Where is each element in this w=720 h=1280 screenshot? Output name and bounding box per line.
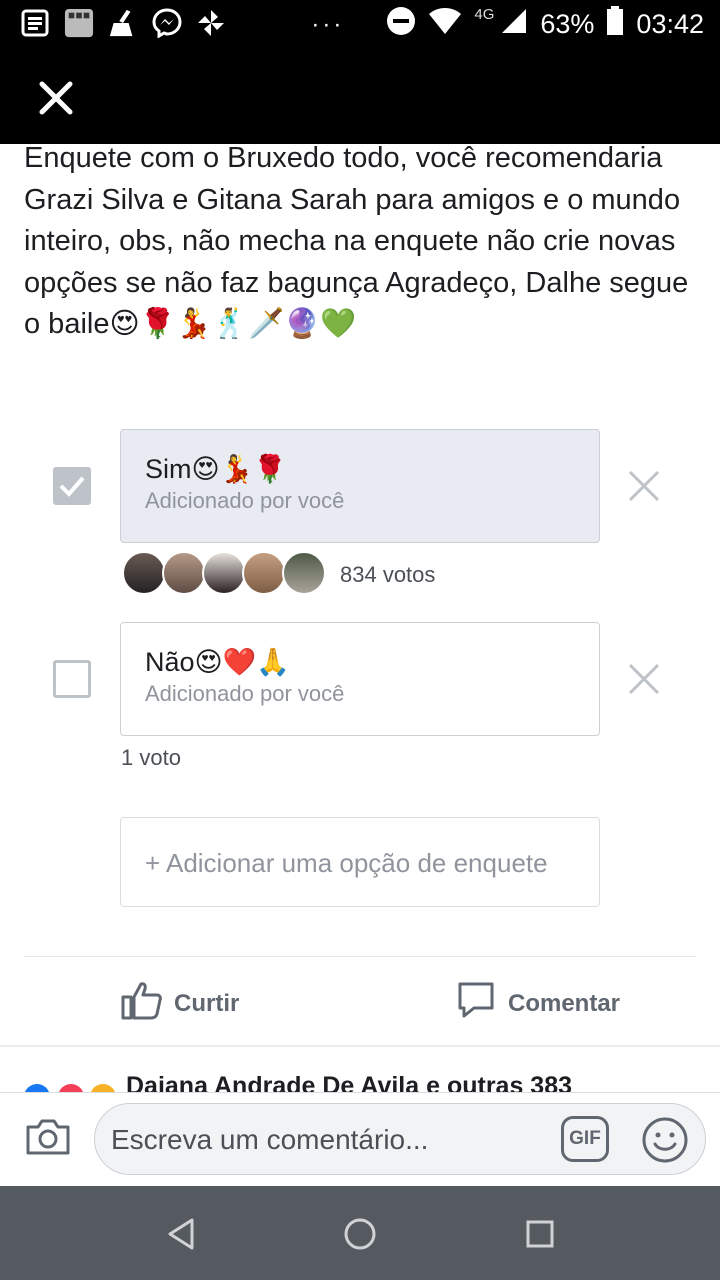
avatar [162,551,206,595]
signal-icon [500,7,528,42]
comment-composer: Escreva um comentário... GIF [0,1092,720,1186]
system-nav-bar [0,1186,720,1280]
back-icon[interactable] [162,1214,202,1254]
vote-count[interactable]: 1 voto [121,745,181,771]
reactions-summary[interactable]: Daiana Andrade De Avila e outras 383 [24,1068,704,1092]
camera-icon[interactable] [24,1113,72,1161]
network-type: 4G [474,6,495,23]
comment-placeholder: Escreva um comentário... [111,1124,429,1155]
love-reaction-icon [58,1084,84,1092]
home-icon[interactable] [340,1214,380,1254]
gallery-icon [64,8,94,38]
news-icon [20,8,50,38]
avatar [122,551,166,595]
section-separator [0,1045,720,1047]
wifi-icon [428,6,462,43]
clock: 03:42 [636,9,704,39]
thumbs-up-icon [120,980,162,1027]
comment-label: Comentar [508,989,621,1017]
remove-option-sim-icon[interactable] [626,468,662,504]
comment-input[interactable]: Escreva um comentário... GIF [94,1103,706,1175]
divider [24,956,696,957]
close-icon[interactable] [36,78,76,118]
gif-button[interactable]: GIF [561,1116,609,1162]
messenger-icon [152,8,182,38]
poll-option-added-by: Adicionado por você [145,681,345,706]
emoji-icon[interactable] [641,1116,689,1164]
remove-option-nao-icon[interactable] [626,661,662,697]
cleaner-icon [108,8,138,38]
like-reaction-icon [24,1084,50,1092]
haha-reaction-icon [90,1084,116,1092]
poll-option-label: Não😍❤️🙏 [145,647,290,677]
vote-count[interactable]: 834 votos [340,562,435,588]
comment-button[interactable]: Comentar [456,980,620,1027]
reactions-text: Daiana Andrade De Avila e outras 383 [126,1072,573,1092]
avatar [282,551,326,595]
like-label: Curtir [174,989,240,1017]
poll-option-nao-checkbox[interactable] [53,660,91,698]
post-text: Enquete com o Bruxedo todo, você recomen… [24,142,689,340]
poll-option-label: Sim😍💃🌹 [145,454,287,484]
battery-percent: 63% [540,9,595,39]
like-button[interactable]: Curtir [120,980,239,1027]
overflow-dots: ··· [311,10,345,38]
top-bar [0,52,720,144]
voter-avatars[interactable] [122,551,326,595]
status-bar: ··· 4G 63% 03:42 [0,0,720,52]
system-icons: ··· 4G 63% 03:42 [311,6,704,43]
add-poll-option-button[interactable]: + Adicionar uma opção de enquete [120,817,600,907]
poll-option-sim[interactable]: Sim😍💃🌹 Adicionado por você [120,429,600,543]
pinwheel-icon [196,8,226,38]
notification-icons [20,8,226,38]
battery-icon [606,6,624,43]
recents-icon[interactable] [520,1214,560,1254]
avatar [202,551,246,595]
poll-option-sim-checkbox[interactable] [53,467,91,505]
dnd-icon [386,6,416,43]
poll-option-nao[interactable]: Não😍❤️🙏 Adicionado por você [120,622,600,736]
poll-option-added-by: Adicionado por você [145,488,345,513]
avatar [242,551,286,595]
comment-bubble-icon [456,980,496,1027]
